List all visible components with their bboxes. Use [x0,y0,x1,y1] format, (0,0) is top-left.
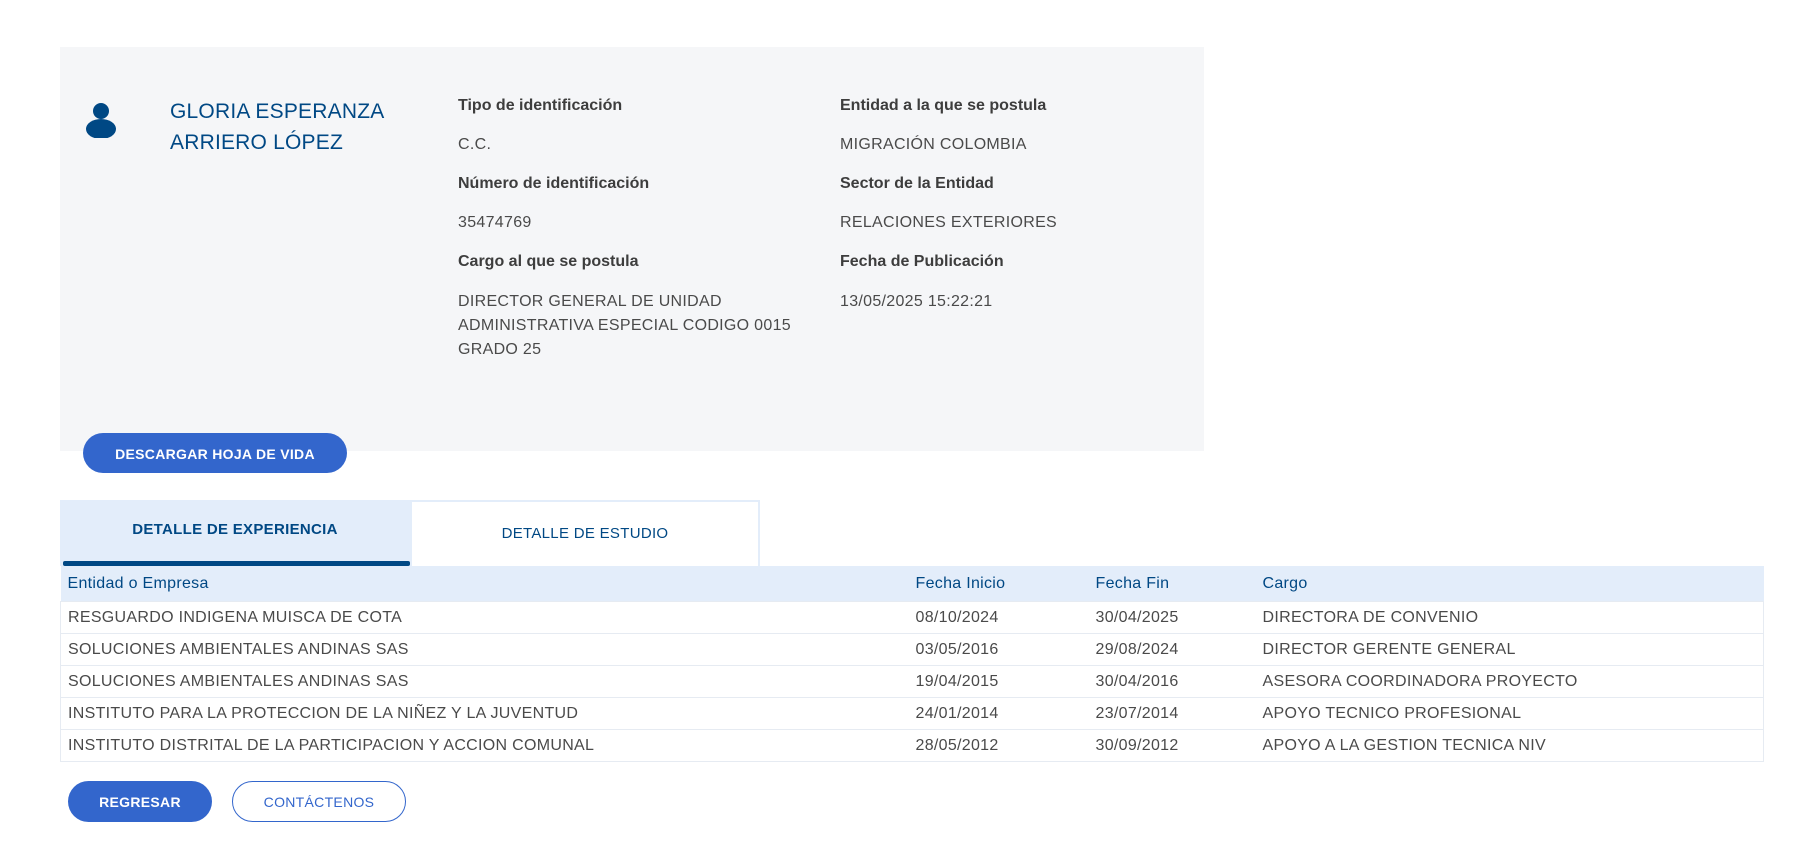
position-value-wrap: DIRECTOR GENERAL DE UNIDAD ADMINISTRATIV… [458,290,798,362]
id-number-value-wrap: 35474769 [458,211,532,235]
publication-date-value-wrap: 13/05/2025 15:22:21 [840,290,993,314]
entity-value: MIGRACIÓN COLOMBIA [840,136,1027,153]
table-header-row: Entidad o Empresa Fecha Inicio Fecha Fin… [60,566,1764,602]
table-row: INSTITUTO DISTRITAL DE LA PARTICIPACION … [60,729,1764,762]
sector-field: Sector de la Entidad [840,172,994,196]
cell-start-date: 08/10/2024 [908,601,1089,634]
tab-study-label: DETALLE DE ESTUDIO [501,525,669,542]
download-cv-button[interactable]: DESCARGAR HOJA DE VIDA [83,433,347,473]
publication-date-field: Fecha de Publicación [840,250,1004,274]
id-type-value-wrap: C.C. [458,133,491,157]
cell-entity: SOLUCIONES AMBIENTALES ANDINAS SAS [60,633,909,666]
cell-entity: RESGUARDO INDIGENA MUISCA DE COTA [60,601,909,634]
cell-position: DIRECTOR GERENTE GENERAL [1255,633,1764,666]
publication-date-label: Fecha de Publicación [840,253,1004,270]
table-row: SOLUCIONES AMBIENTALES ANDINAS SAS 19/04… [60,665,1764,698]
col-header-entity: Entidad o Empresa [60,566,909,602]
cell-position: ASESORA COORDINADORA PROYECTO [1255,665,1764,698]
tab-experience-label: DETALLE DE EXPERIENCIA [132,521,338,538]
position-field: Cargo al que se postula [458,250,638,274]
entity-label: Entidad a la que se postula [840,97,1047,114]
cell-start-date: 24/01/2014 [908,697,1089,730]
id-type-field: Tipo de identificación [458,94,622,118]
cell-end-date: 23/07/2014 [1088,697,1256,730]
id-number-label: Número de identificación [458,175,650,192]
entity-value-wrap: MIGRACIÓN COLOMBIA [840,133,1027,157]
cell-entity: INSTITUTO PARA LA PROTECCION DE LA NIÑEZ… [60,697,909,730]
entity-field: Entidad a la que se postula [840,94,1046,118]
table-row: INSTITUTO PARA LA PROTECCION DE LA NIÑEZ… [60,697,1764,730]
id-number-field: Número de identificación [458,172,649,196]
sector-value-wrap: RELACIONES EXTERIORES [840,211,1057,235]
user-icon [86,103,116,138]
cell-start-date: 03/05/2016 [908,633,1089,666]
cell-end-date: 30/04/2025 [1088,601,1256,634]
cell-start-date: 19/04/2015 [908,665,1089,698]
id-type-value: C.C. [458,136,492,153]
back-button[interactable]: REGRESAR [68,781,212,822]
cell-entity: INSTITUTO DISTRITAL DE LA PARTICIPACION … [60,729,909,762]
cell-end-date: 30/09/2012 [1088,729,1256,762]
cell-position: APOYO TECNICO PROFESIONAL [1255,697,1764,730]
cell-entity: SOLUCIONES AMBIENTALES ANDINAS SAS [60,665,909,698]
tab-bar: DETALLE DE EXPERIENCIA DETALLE DE ESTUDI… [60,500,760,566]
table-row: SOLUCIONES AMBIENTALES ANDINAS SAS 03/05… [60,633,1764,666]
tab-experience[interactable]: DETALLE DE EXPERIENCIA [60,500,410,566]
sector-label: Sector de la Entidad [840,175,994,192]
cell-position: APOYO A LA GESTION TECNICA NIV [1255,729,1764,762]
table-row: RESGUARDO INDIGENA MUISCA DE COTA 08/10/… [60,601,1764,634]
cell-start-date: 28/05/2012 [908,729,1089,762]
cell-position: DIRECTORA DE CONVENIO [1255,601,1764,634]
tab-study[interactable]: DETALLE DE ESTUDIO [410,500,760,566]
candidate-name: GLORIA ESPERANZA ARRIERO LÓPEZ [170,100,384,154]
publication-date-value: 13/05/2025 15:22:21 [840,293,993,310]
col-header-start-date: Fecha Inicio [908,566,1089,602]
sector-value: RELACIONES EXTERIORES [840,214,1058,231]
cell-end-date: 29/08/2024 [1088,633,1256,666]
page: GLORIA ESPERANZA ARRIERO LÓPEZ Tipo de i… [0,0,1796,852]
id-number-value: 35474769 [458,214,532,231]
col-header-end-date: Fecha Fin [1088,566,1256,602]
experience-table: Entidad o Empresa Fecha Inicio Fecha Fin… [60,566,1764,762]
contact-button[interactable]: CONTÁCTENOS [232,781,406,822]
position-value: DIRECTOR GENERAL DE UNIDAD ADMINISTRATIV… [458,293,791,358]
position-label: Cargo al que se postula [458,253,639,270]
id-type-label: Tipo de identificación [458,97,623,114]
cell-end-date: 30/04/2016 [1088,665,1256,698]
col-header-position: Cargo [1255,566,1764,602]
